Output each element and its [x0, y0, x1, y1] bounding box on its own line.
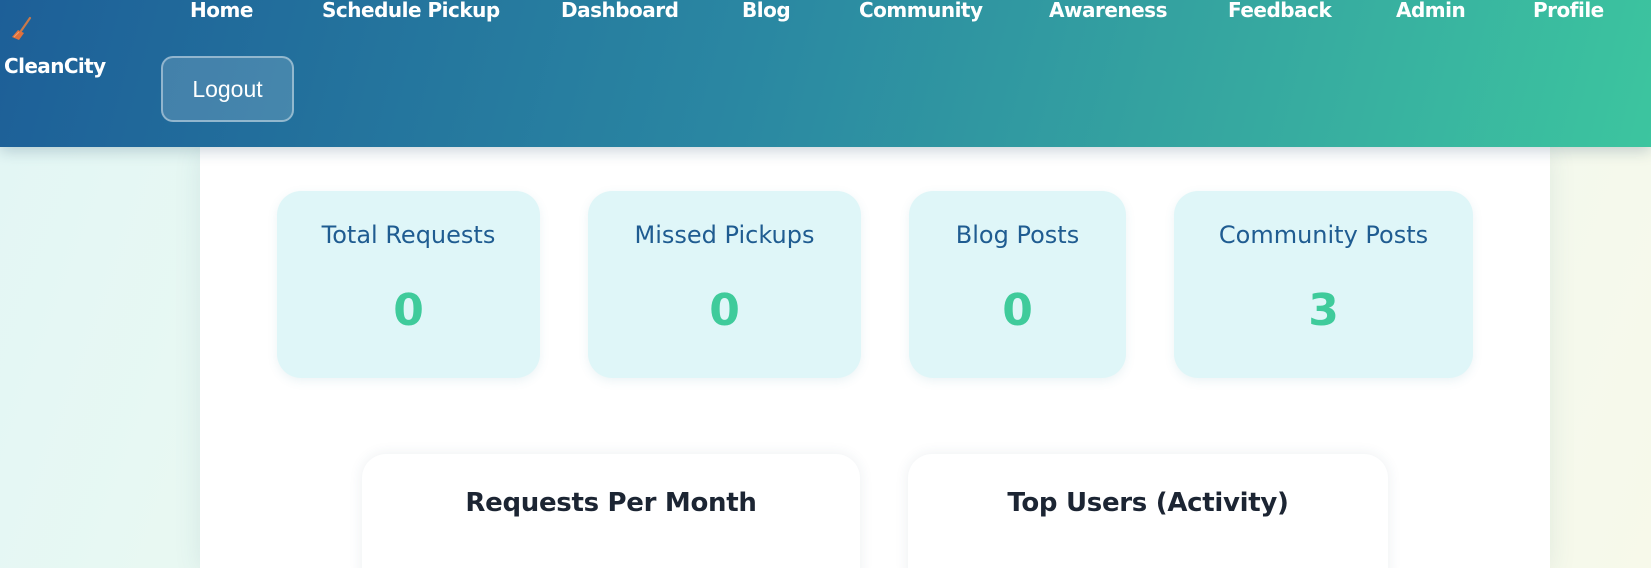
- top-users-chart: Top Users (Activity): [908, 454, 1388, 568]
- stat-value: 0: [1002, 285, 1033, 336]
- chart-title: Top Users (Activity): [1007, 488, 1289, 518]
- requests-per-month-chart: Requests Per Month: [362, 454, 860, 568]
- top-navbar: CleanCity Home Schedule Pickup Dashboard…: [0, 0, 1651, 147]
- nav-admin[interactable]: Admin: [1396, 0, 1466, 25]
- stat-value: 0: [709, 285, 740, 336]
- stat-value: 3: [1308, 285, 1339, 336]
- nav-feedback[interactable]: Feedback: [1228, 0, 1332, 25]
- chart-title: Requests Per Month: [465, 488, 757, 518]
- nav-dashboard[interactable]: Dashboard: [561, 0, 679, 25]
- nav-awareness[interactable]: Awareness: [1049, 0, 1168, 25]
- stat-label: Total Requests: [321, 221, 496, 249]
- stat-card-blog-posts: Blog Posts 0: [909, 191, 1126, 378]
- nav-community[interactable]: Community: [859, 0, 983, 25]
- stat-card-total-requests: Total Requests 0: [277, 191, 540, 378]
- broom-icon: [12, 16, 32, 40]
- stat-card-community-posts: Community Posts 3: [1174, 191, 1473, 378]
- stat-label: Blog Posts: [955, 221, 1080, 249]
- logout-button[interactable]: Logout: [161, 56, 294, 122]
- nav-blog[interactable]: Blog: [742, 0, 791, 25]
- stat-label: Missed Pickups: [634, 221, 815, 249]
- nav-profile[interactable]: Profile: [1533, 0, 1604, 25]
- brand-logo[interactable]: CleanCity: [4, 16, 114, 86]
- brand-name: CleanCity: [4, 54, 106, 78]
- stat-value: 0: [393, 285, 424, 336]
- nav-schedule-pickup[interactable]: Schedule Pickup: [322, 0, 500, 25]
- stat-card-missed-pickups: Missed Pickups 0: [588, 191, 861, 378]
- nav-home[interactable]: Home: [190, 0, 253, 25]
- stat-label: Community Posts: [1218, 221, 1429, 249]
